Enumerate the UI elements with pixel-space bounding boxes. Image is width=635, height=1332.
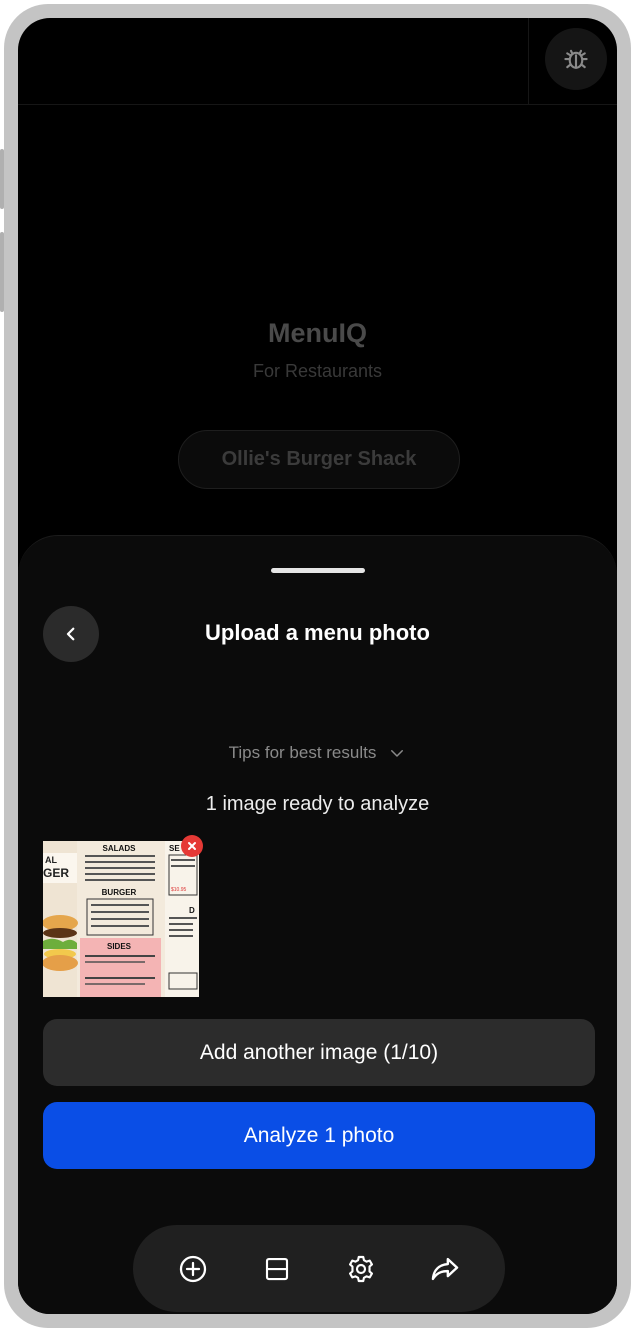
- top-bar: [18, 18, 617, 105]
- top-bar-divider: [528, 18, 529, 104]
- tips-label: Tips for best results: [228, 743, 377, 762]
- thumb-brand-left2: GER: [43, 866, 69, 880]
- analyze-button[interactable]: Analyze 1 photo: [43, 1102, 595, 1169]
- thumb-brand-left: AL: [45, 855, 57, 865]
- tips-toggle[interactable]: Tips for best results: [18, 743, 617, 763]
- app-title: MenuIQ: [268, 318, 367, 348]
- device-frame: MenuIQ For Restaurants Ollie's Burger Sh…: [0, 4, 631, 1328]
- toolbar-share-button[interactable]: [420, 1244, 470, 1294]
- restaurant-selector[interactable]: Ollie's Burger Shack: [178, 430, 460, 489]
- split-view-icon: [265, 1257, 289, 1280]
- share-icon: [431, 1257, 459, 1280]
- sheet-title: Upload a menu photo: [205, 620, 430, 645]
- ready-status: 1 image ready to analyze: [205, 793, 430, 815]
- upload-sheet: Upload a menu photo Tips for best result…: [18, 535, 617, 1314]
- volume-down-button: [0, 232, 4, 312]
- sheet-drag-handle[interactable]: [271, 568, 365, 573]
- thumb-sides-heading: SIDES: [107, 942, 132, 951]
- bottom-toolbar: [133, 1225, 505, 1312]
- close-icon: [188, 842, 196, 850]
- volume-up-button: [0, 149, 4, 209]
- add-image-button[interactable]: Add another image (1/10): [43, 1019, 595, 1086]
- gear-icon: [349, 1255, 373, 1282]
- debug-button[interactable]: [545, 28, 607, 90]
- thumb-salads-heading: SALADS: [103, 844, 137, 853]
- toolbar-settings-button[interactable]: [336, 1244, 386, 1294]
- remove-image-button[interactable]: [181, 835, 203, 857]
- chevron-down-icon: [391, 750, 404, 757]
- thumb-price: $10.95: [171, 887, 187, 893]
- menu-photo-image: AL GER SALADS BURGER SIDES SE $10.95 D: [43, 841, 199, 997]
- app-subtitle: For Restaurants: [252, 361, 383, 381]
- thumb-d-heading: D: [189, 906, 195, 915]
- toolbar-split-view-button[interactable]: [252, 1244, 302, 1294]
- add-circle-icon: [179, 1255, 207, 1282]
- thumb-se-heading: SE: [169, 844, 180, 853]
- thumb-burger-heading: BURGER: [102, 888, 137, 897]
- app-screen: MenuIQ For Restaurants Ollie's Burger Sh…: [18, 18, 617, 1314]
- toolbar-add-button[interactable]: [168, 1244, 218, 1294]
- menu-photo-thumbnail[interactable]: AL GER SALADS BURGER SIDES SE $10.95 D: [43, 841, 199, 997]
- bug-icon: [564, 49, 588, 69]
